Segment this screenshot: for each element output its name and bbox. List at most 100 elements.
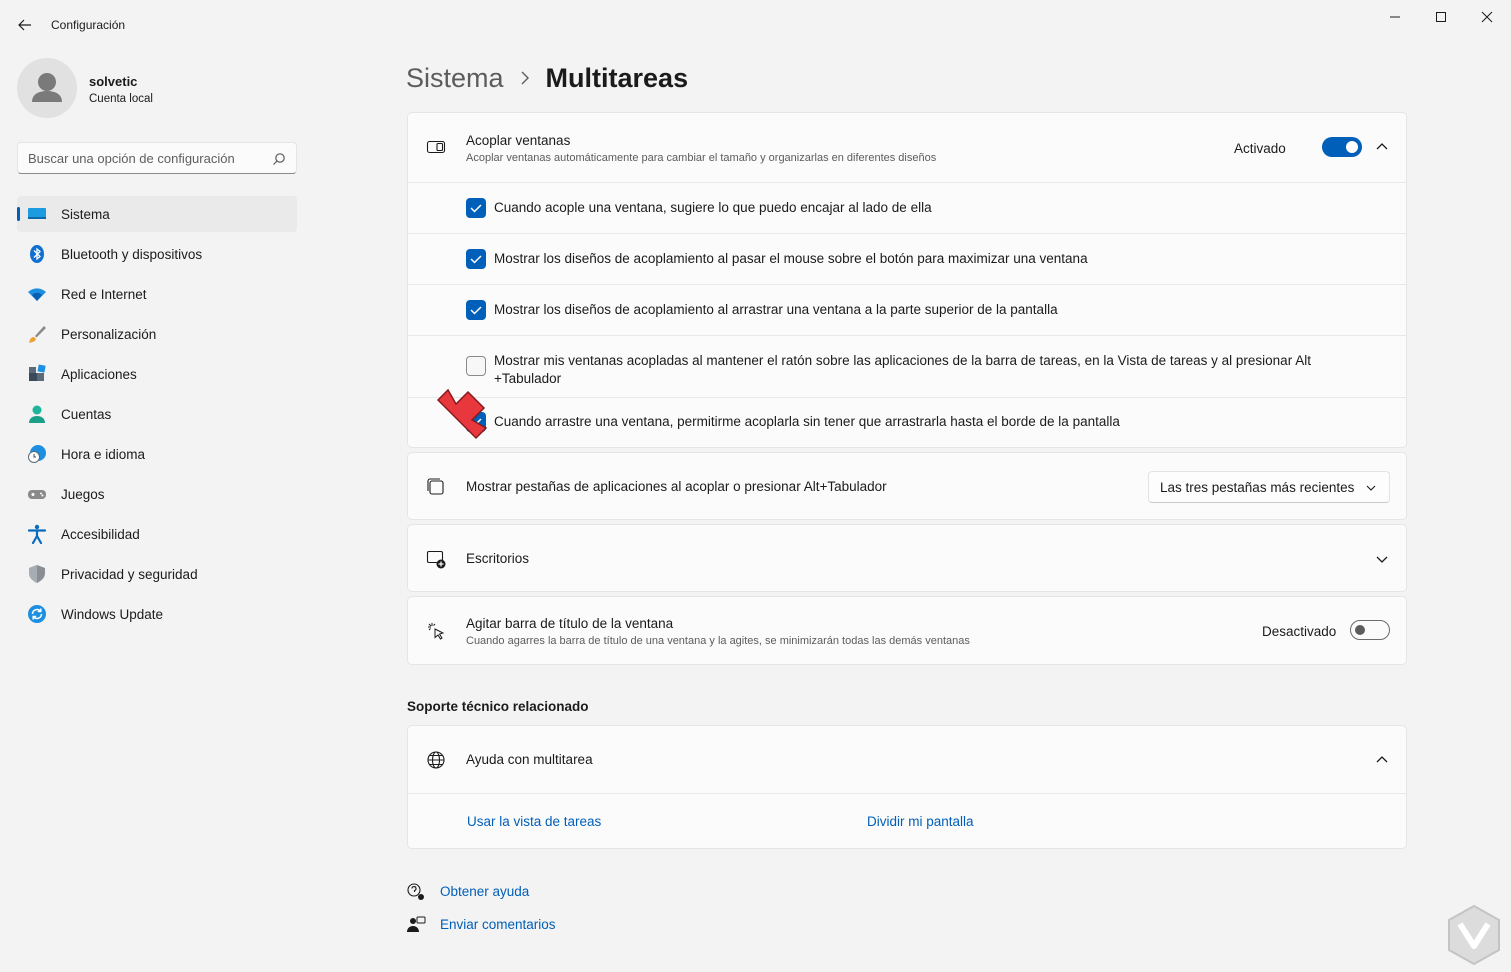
maximize-button[interactable] (1418, 6, 1464, 28)
support-help-title: Ayuda con multitarea (466, 752, 593, 767)
wifi-icon (28, 288, 46, 301)
sidebar-item-label: Red e Internet (61, 287, 147, 302)
tabs-icon (427, 478, 444, 495)
support-help-header[interactable]: Ayuda con multitarea (408, 726, 1406, 793)
page-title: Multitareas (545, 62, 689, 93)
time-language-icon (28, 445, 46, 463)
chevron-up-icon[interactable] (1375, 753, 1389, 767)
sidebar-item-label: Privacidad y seguridad (61, 567, 198, 582)
sidebar-item-label: Accesibilidad (61, 527, 140, 542)
annotation-arrow-icon (436, 388, 488, 440)
divider (408, 793, 1406, 794)
snap-option-row: Mostrar los diseños de acoplamiento al a… (408, 285, 1406, 335)
shake-card: Agitar barra de título de la ventana Cua… (407, 596, 1407, 665)
sidebar-item-accessibility[interactable]: Accesibilidad (17, 516, 297, 552)
sidebar-item-time-language[interactable]: Hora e idioma (17, 436, 297, 472)
shake-toggle[interactable] (1350, 620, 1390, 640)
feedback-link[interactable]: Enviar comentarios (440, 917, 556, 932)
snap-option-5-label: Cuando arrastre una ventana, permitirme … (494, 414, 1120, 429)
account-icon (29, 405, 45, 423)
profile-name: solvetic (89, 74, 138, 89)
chevron-down-icon (1366, 485, 1376, 491)
maximize-icon (1436, 12, 1446, 22)
snap-windows-header[interactable]: Acoplar ventanas Acoplar ventanas automá… (408, 113, 1406, 182)
snap-windows-title: Acoplar ventanas (466, 133, 571, 148)
snap-option-row: Cuando arrastre una ventana, permitirme … (408, 398, 1406, 448)
snap-status-label: Activado (1234, 141, 1286, 156)
sidebar-item-accounts[interactable]: Cuentas (17, 396, 297, 432)
shake-cursor-icon (428, 623, 445, 640)
alt-tab-card: Mostrar pestañas de aplicaciones al acop… (407, 452, 1407, 520)
minimize-icon (1390, 16, 1400, 18)
person-icon (32, 73, 62, 102)
sidebar-item-personalization[interactable]: Personalización (17, 316, 297, 352)
snap-option-row: Mostrar los diseños de acoplamiento al p… (408, 234, 1406, 284)
sidebar-item-label: Hora e idioma (61, 447, 146, 462)
breadcrumb-parent[interactable]: Sistema (406, 63, 504, 94)
sidebar-item-bluetooth[interactable]: Bluetooth y dispositivos (17, 236, 297, 272)
arrow-left-icon (18, 19, 31, 31)
link-task-view[interactable]: Usar la vista de tareas (467, 814, 601, 829)
sidebar-item-sistema[interactable]: Sistema (17, 196, 297, 232)
shield-icon (29, 565, 45, 583)
snap-option-row: Mostrar mis ventanas acopladas al manten… (408, 336, 1406, 397)
minimize-button[interactable] (1372, 6, 1418, 28)
snap-windows-toggle[interactable] (1322, 137, 1362, 157)
sidebar-item-privacy[interactable]: Privacidad y seguridad (17, 556, 297, 592)
shake-title: Agitar barra de título de la ventana (466, 616, 674, 631)
checkmark-icon (470, 204, 482, 213)
search-input[interactable]: Buscar una opción de configuración (17, 142, 297, 174)
app-title: Configuración (51, 18, 126, 32)
gamepad-icon (28, 490, 46, 499)
close-button[interactable] (1464, 6, 1510, 28)
shake-subtitle: Cuando agarres la barra de título de una… (466, 635, 970, 647)
sidebar-item-label: Aplicaciones (61, 367, 137, 382)
snap-option-4-checkbox[interactable] (466, 356, 486, 376)
sidebar-item-label: Personalización (61, 327, 157, 342)
shake-status-label: Desactivado (1262, 624, 1337, 639)
chevron-up-icon[interactable] (1375, 140, 1389, 154)
alt-tab-selected: Las tres pestañas más recientes (1160, 480, 1355, 495)
sidebar-item-apps[interactable]: Aplicaciones (17, 356, 297, 392)
sidebar-item-gaming[interactable]: Juegos (17, 476, 297, 512)
sidebar-item-label: Sistema (61, 207, 110, 222)
desktops-title: Escritorios (466, 551, 530, 566)
get-help-link[interactable]: Obtener ayuda (440, 884, 529, 899)
snap-option-2-label: Mostrar los diseños de acoplamiento al p… (494, 251, 1088, 266)
search-placeholder: Buscar una opción de configuración (28, 151, 235, 166)
back-button[interactable] (14, 14, 36, 36)
feedback-icon (407, 916, 426, 932)
snap-option-4-label: Mostrar mis ventanas acopladas al manten… (494, 353, 1311, 386)
snap-option-3-checkbox[interactable] (466, 300, 486, 320)
system-icon (28, 208, 46, 219)
checkmark-icon (470, 306, 482, 315)
apps-icon (29, 364, 46, 381)
close-icon (1481, 11, 1493, 23)
sidebar-item-windows-update[interactable]: Windows Update (17, 596, 297, 632)
link-split-screen[interactable]: Dividir mi pantalla (867, 814, 974, 829)
breadcrumb: Sistema Multitareas (406, 58, 688, 98)
sidebar-item-network[interactable]: Red e Internet (17, 276, 297, 312)
user-profile[interactable]: solvetic Cuenta local (17, 58, 297, 118)
sidebar-item-label: Juegos (61, 487, 105, 502)
add-desktop-icon (426, 550, 446, 569)
brush-icon (29, 326, 46, 343)
update-icon (28, 605, 46, 623)
desktops-card[interactable]: Escritorios (407, 524, 1407, 592)
sidebar-nav: Sistema Bluetooth y dispositivos Red e I… (17, 196, 297, 636)
snap-option-1-checkbox[interactable] (466, 198, 486, 218)
avatar (17, 58, 77, 118)
title-bar: Configuración (0, 0, 1511, 48)
sidebar-item-label: Cuentas (61, 407, 112, 422)
chevron-down-icon[interactable] (1375, 552, 1389, 566)
accessibility-icon (27, 524, 47, 544)
alt-tab-dropdown[interactable]: Las tres pestañas más recientes (1148, 471, 1390, 503)
snap-option-3-label: Mostrar los diseños de acoplamiento al a… (494, 302, 1058, 317)
watermark-logo (1448, 904, 1500, 966)
snap-windows-subtitle: Acoplar ventanas automáticamente para ca… (466, 152, 937, 164)
snap-option-1-label: Cuando acople una ventana, sugiere lo qu… (494, 200, 932, 215)
chevron-right-icon (521, 71, 529, 85)
support-heading: Soporte técnico relacionado (407, 699, 589, 714)
snap-option-2-checkbox[interactable] (466, 249, 486, 269)
checkmark-icon (470, 255, 482, 264)
